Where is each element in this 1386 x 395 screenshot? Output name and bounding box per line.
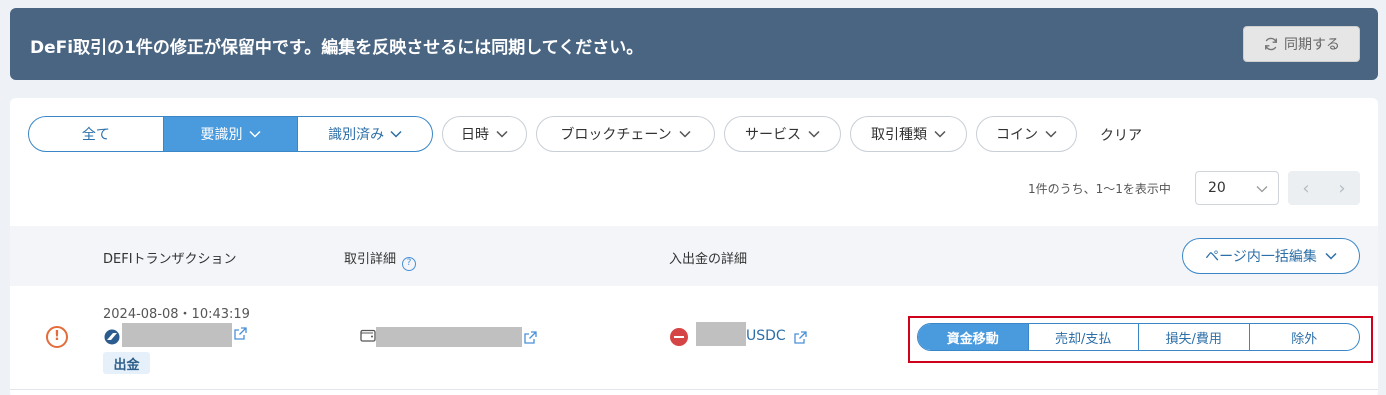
warning-icon: ! xyxy=(46,326,68,348)
category-selector: 資金移動 売却/支払 損失/費用 除外 xyxy=(917,323,1360,351)
category-loss-expense[interactable]: 損失/費用 xyxy=(1139,324,1250,350)
category-exclude[interactable]: 除外 xyxy=(1250,324,1360,350)
external-link-icon[interactable] xyxy=(794,331,807,344)
filter-transaction-type-label: 取引種類 xyxy=(871,127,927,143)
filter-date[interactable]: 日時 xyxy=(442,116,527,152)
redacted-tx-hash xyxy=(122,323,232,347)
table-header: DEFIトランザクション 取引詳細? 入出金の詳細 ページ内一括編集 xyxy=(10,226,1378,286)
filter-coin-label: コイン xyxy=(996,127,1038,143)
tab-all[interactable]: 全て xyxy=(29,117,164,151)
column-transaction-details: 取引詳細? xyxy=(344,248,417,271)
pending-sync-banner: DeFi取引の1件の修正が保留中です。編集を反映させるには同期してください。 同… xyxy=(10,8,1378,80)
sync-button[interactable]: 同期する xyxy=(1243,26,1360,62)
coin-link[interactable]: USDC xyxy=(746,328,786,344)
tab-identified-label: 識別済み xyxy=(328,127,385,143)
blockchain-logo-icon xyxy=(104,329,120,345)
chevron-down-icon xyxy=(1325,252,1337,260)
chevron-down-icon xyxy=(679,130,691,138)
help-icon[interactable]: ? xyxy=(402,257,417,271)
next-page-button[interactable]: › xyxy=(1338,178,1345,199)
page-size-value: 20 xyxy=(1208,180,1226,196)
transactions-card: 全て 要識別 識別済み 日時 ブロックチェーン サービス 取引種類 コイン クリ… xyxy=(10,98,1378,395)
redacted-amount xyxy=(696,322,746,346)
external-link-icon[interactable] xyxy=(524,331,537,344)
direction-badge: 出金 xyxy=(103,352,150,374)
transaction-datetime: 2024-08-08・10:43:19 xyxy=(103,307,250,322)
external-link-icon[interactable] xyxy=(234,327,247,340)
category-transfer[interactable]: 資金移動 xyxy=(918,324,1029,350)
filter-transaction-type[interactable]: 取引種類 xyxy=(850,116,967,152)
sync-button-label: 同期する xyxy=(1284,37,1340,53)
filter-service-label: サービス xyxy=(745,127,801,143)
chevron-down-icon xyxy=(496,130,508,138)
prev-page-button[interactable]: ‹ xyxy=(1302,178,1309,199)
chevron-down-icon xyxy=(248,130,261,138)
banner-message: DeFi取引の1件の修正が保留中です。編集を反映させるには同期してください。 xyxy=(30,38,644,58)
filter-coin[interactable]: コイン xyxy=(976,116,1077,152)
filter-service[interactable]: サービス xyxy=(724,116,841,152)
clear-filters-link[interactable]: クリア xyxy=(1100,125,1142,145)
chevron-down-icon xyxy=(1045,130,1057,138)
table-row: ! 2024-08-08・10:43:19 出金 USDC 資金移動 売却/支払… xyxy=(10,286,1378,390)
bulk-edit-button[interactable]: ページ内一括編集 xyxy=(1182,238,1360,274)
chevron-down-icon xyxy=(934,130,946,138)
chevron-down-icon xyxy=(390,130,402,138)
status-filter-tabs: 全て 要識別 識別済み xyxy=(28,116,433,152)
outflow-icon xyxy=(670,328,688,346)
column-defi-transaction: DEFIトランザクション xyxy=(103,252,237,267)
tab-identified[interactable]: 識別済み xyxy=(298,117,432,151)
chevron-down-icon xyxy=(1256,186,1268,193)
filter-blockchain-label: ブロックチェーン xyxy=(560,127,672,143)
wallet-icon xyxy=(360,329,376,342)
chevron-down-icon xyxy=(808,130,820,138)
column-transfer-details: 入出金の詳細 xyxy=(669,252,748,267)
tab-needs-identification[interactable]: 要識別 xyxy=(163,117,299,151)
page-size-select[interactable]: 20 xyxy=(1195,171,1279,205)
filter-blockchain[interactable]: ブロックチェーン xyxy=(536,116,715,152)
filter-date-label: 日時 xyxy=(461,127,489,143)
pagination-controls: ‹ › xyxy=(1288,171,1360,205)
column-transaction-details-label: 取引詳細 xyxy=(344,252,397,267)
tab-needs-identification-label: 要識別 xyxy=(200,127,243,143)
refresh-icon xyxy=(1265,37,1277,51)
redacted-wallet-address xyxy=(376,327,522,347)
tab-all-label: 全て xyxy=(81,127,110,143)
bulk-edit-label: ページ内一括編集 xyxy=(1205,249,1317,265)
pagination-summary: 1件のうち、1〜1を表示中 xyxy=(1028,182,1171,196)
category-sale-payment[interactable]: 売却/支払 xyxy=(1029,324,1139,350)
